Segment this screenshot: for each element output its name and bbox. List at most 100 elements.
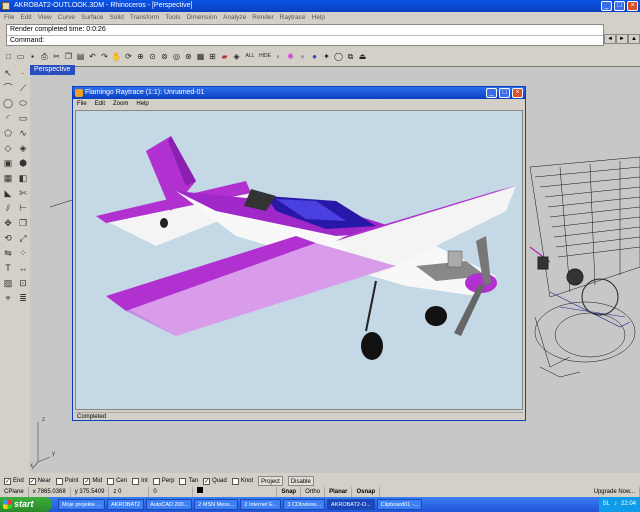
solid-icon[interactable]: ⬢ — [16, 156, 30, 170]
flamingo-menu-file[interactable]: File — [77, 99, 87, 109]
grid-icon[interactable]: ▦ — [195, 51, 206, 62]
zoom-window-icon[interactable]: ⊙ — [147, 51, 158, 62]
osnap-int[interactable]: Int — [132, 476, 148, 486]
minimize-button[interactable]: _ — [601, 1, 612, 11]
osnap-knot[interactable]: Knot — [231, 476, 253, 486]
pan-icon[interactable]: ✋ — [111, 51, 122, 62]
menu-transform[interactable]: Transform — [130, 12, 159, 23]
redo-icon[interactable]: ↷ — [99, 51, 110, 62]
hatch-icon[interactable]: ▨ — [1, 276, 15, 290]
point-icon[interactable]: · — [16, 66, 30, 80]
surface-icon[interactable]: ◇ — [1, 141, 15, 155]
menu-render[interactable]: Render — [252, 12, 273, 23]
osnap-perp-checkbox[interactable] — [152, 477, 160, 485]
layers-tool-icon[interactable]: ≣ — [16, 291, 30, 305]
circle-tool-icon[interactable]: ◯ — [1, 96, 15, 110]
cut-icon[interactable]: ✂ — [51, 51, 62, 62]
status-layer-swatch[interactable] — [193, 487, 278, 497]
plugin-icon[interactable]: ⧉ — [345, 51, 356, 62]
mirror-icon[interactable]: ⇋ — [1, 246, 15, 260]
car-icon[interactable]: ▰ — [219, 51, 230, 62]
arc-icon[interactable]: ◜ — [1, 111, 15, 125]
save-icon[interactable]: ▪ — [27, 51, 38, 62]
undo-icon[interactable]: ↶ — [87, 51, 98, 62]
rotate-tool-icon[interactable]: ⟲ — [1, 231, 15, 245]
osnap-disable-button[interactable]: Disable — [287, 476, 314, 486]
maximize-button[interactable]: □ — [614, 1, 625, 11]
osnap-project-button[interactable]: Project — [258, 476, 283, 486]
task-autocad[interactable]: AutoCAD 200... — [146, 499, 193, 510]
circle-icon[interactable]: ◯ — [333, 51, 344, 62]
osnap-quad-checkbox[interactable]: ✓ — [203, 477, 211, 485]
status-ortho[interactable]: Ortho — [301, 487, 326, 497]
task-rhino[interactable]: AKROBAT2-O... — [327, 499, 375, 510]
ray-icon[interactable]: ✦ — [321, 51, 332, 62]
text-icon[interactable]: T — [1, 261, 15, 275]
boolean-icon[interactable]: ◧ — [16, 171, 30, 185]
flamingo-minimize-button[interactable]: _ — [486, 88, 497, 98]
four-viewports-icon[interactable]: ⊞ — [207, 51, 218, 62]
task-msn[interactable]: 2 MSN Mess... — [194, 499, 239, 510]
flamingo-maximize-button[interactable]: □ — [499, 88, 510, 98]
mesh-icon[interactable]: ▦ — [1, 171, 15, 185]
menu-solid[interactable]: Solid — [109, 12, 123, 23]
copy-tool-icon[interactable]: ❐ — [16, 216, 30, 230]
status-osnap[interactable]: Osnap — [352, 487, 381, 497]
status-snap[interactable]: Snap — [277, 487, 302, 497]
menu-raytrace[interactable]: Raytrace — [280, 12, 306, 23]
block-icon[interactable]: ⊡ — [16, 276, 30, 290]
osnap-cen[interactable]: Cen — [107, 476, 127, 486]
fillet-icon[interactable]: ◣ — [1, 186, 15, 200]
loft-icon[interactable]: ◈ — [16, 141, 30, 155]
osnap-point[interactable]: Point — [55, 476, 78, 486]
copy-icon[interactable]: ❐ — [63, 51, 74, 62]
zoom-extents-icon[interactable]: ⊚ — [159, 51, 170, 62]
analyze-icon[interactable]: ⌖ — [1, 291, 15, 305]
move-icon[interactable]: ✥ — [1, 216, 15, 230]
select-arrow-icon[interactable]: ↖ — [1, 66, 15, 80]
print-icon[interactable]: ⎙ — [39, 51, 50, 62]
flamingo-close-button[interactable]: × — [512, 88, 523, 98]
rectangle-icon[interactable]: ▭ — [16, 111, 30, 125]
zoom-selected-icon[interactable]: ◎ — [171, 51, 182, 62]
render-icon[interactable]: ● — [309, 51, 320, 62]
menu-tools[interactable]: Tools — [165, 12, 180, 23]
zoom-dynamic-icon[interactable]: ⊕ — [135, 51, 146, 62]
split-icon[interactable]: ⫽ — [1, 201, 15, 215]
curve-icon[interactable]: ⌒ — [1, 81, 15, 95]
zoom-all-icon[interactable]: ⊛ — [183, 51, 194, 62]
tray-volume-icon[interactable]: ♪ — [614, 497, 617, 512]
task-clipboard[interactable]: Clipboard01 -... — [376, 499, 423, 510]
dimension-icon[interactable]: ↔ — [16, 261, 30, 275]
status-upgrade[interactable]: Upgrade Now... — [590, 487, 640, 497]
join-icon[interactable]: ⊢ — [16, 201, 30, 215]
scroll-left-icon[interactable]: ◄ — [604, 34, 616, 44]
osnap-knot-checkbox[interactable] — [231, 477, 239, 485]
osnap-end-checkbox[interactable]: ✓ — [4, 477, 11, 485]
osnap-point-checkbox[interactable] — [55, 477, 63, 485]
expand-icon[interactable]: ▲ — [628, 34, 640, 44]
osnap-int-checkbox[interactable] — [132, 477, 140, 485]
osnap-perp[interactable]: Perp — [152, 476, 174, 486]
menu-curve[interactable]: Curve — [58, 12, 75, 23]
task-moje-projekte[interactable]: Moje projekte ... — [58, 499, 106, 510]
shade-icon[interactable]: ◐ — [273, 51, 284, 62]
hide-button[interactable]: HIDE — [258, 51, 272, 62]
polyline-icon[interactable]: ⟋ — [16, 81, 30, 95]
app-titlebar[interactable]: AKROBAT2-OUTLOOK.3DM - Rhinoceros - [Per… — [0, 0, 640, 12]
sphere-icon[interactable]: ● — [297, 51, 308, 62]
menu-surface[interactable]: Surface — [81, 12, 103, 23]
menu-help[interactable]: Help — [312, 12, 325, 23]
osnap-near[interactable]: ✓ Near — [28, 476, 51, 486]
start-button[interactable]: start — [0, 497, 52, 512]
flamingo-menu-help[interactable]: Help — [136, 99, 148, 109]
trim-icon[interactable]: ✄ — [16, 186, 30, 200]
menu-edit[interactable]: Edit — [20, 12, 31, 23]
task-internet-explorer[interactable]: 2 Internet E... — [240, 499, 282, 510]
osnap-mid[interactable]: ✓ Mid — [83, 476, 102, 486]
close-button[interactable]: × — [627, 1, 638, 11]
osnap-mid-checkbox[interactable]: ✓ — [83, 477, 91, 485]
teapot-icon[interactable]: ⏏ — [357, 51, 368, 62]
status-planar[interactable]: Planar — [325, 487, 353, 497]
flamingo-titlebar[interactable]: Flamingo Raytrace (1:1): Unnamed-01 _ □ … — [73, 87, 525, 99]
